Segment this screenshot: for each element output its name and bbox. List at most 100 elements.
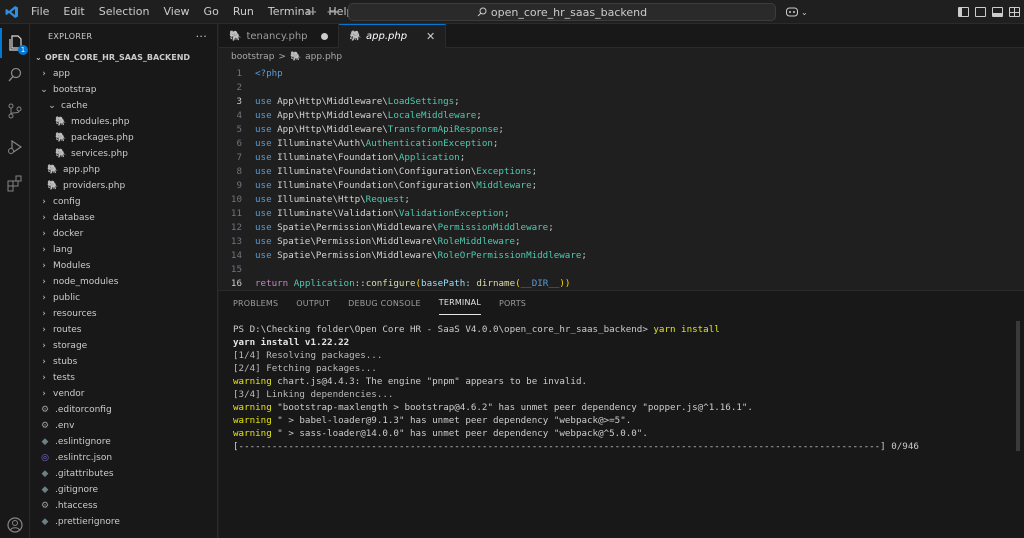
- folder-item[interactable]: › public: [30, 290, 217, 306]
- code-line: 5 use App\Http\Middleware\TransformApiRes…: [219, 122, 1024, 136]
- folder-item[interactable]: › database: [30, 210, 217, 226]
- workspace-root[interactable]: ⌄ OPEN_CORE_HR_SAAS_BACKEND: [30, 48, 217, 66]
- warning-label: warning: [233, 415, 272, 426]
- chevron-right-icon: ›: [42, 69, 46, 79]
- extensions-icon: [7, 175, 22, 192]
- config-file-icon: ⚙: [40, 405, 50, 415]
- line-number: 12: [230, 221, 242, 233]
- code-token: use: [255, 193, 278, 205]
- accounts-activity[interactable]: [0, 510, 30, 538]
- toggle-primary-sidebar-icon[interactable]: [958, 7, 969, 17]
- source-control-activity[interactable]: [0, 96, 30, 126]
- run-debug-activity[interactable]: [0, 132, 30, 162]
- toggle-secondary-sidebar-icon[interactable]: [975, 7, 986, 17]
- activity-bar: 1: [0, 24, 30, 538]
- customize-layout-icon[interactable]: [1009, 7, 1020, 17]
- folder-item[interactable]: › app: [30, 66, 217, 82]
- terminal[interactable]: PS D:\Checking folder\Open Core HR - Saa…: [219, 315, 1024, 453]
- chevron-right-icon: ›: [42, 213, 46, 223]
- explorer-activity[interactable]: 1: [0, 28, 30, 58]
- folder-item[interactable]: › node_modules: [30, 274, 217, 290]
- folder-item[interactable]: › resources: [30, 306, 217, 322]
- tree-item-label: .editorconfig: [55, 405, 112, 415]
- close-tab-icon[interactable]: ✕: [426, 30, 435, 43]
- tree-item-label: routes: [53, 325, 82, 335]
- search-activity[interactable]: [0, 60, 30, 90]
- folder-item[interactable]: › config: [30, 194, 217, 210]
- tab-problems[interactable]: PROBLEMS: [233, 291, 278, 315]
- breadcrumb-file[interactable]: app.php: [305, 52, 342, 62]
- file-item[interactable]: ⚙ .htaccess: [30, 498, 217, 514]
- tree-item-label: config: [53, 197, 81, 207]
- extensions-activity[interactable]: [0, 168, 30, 198]
- file-item[interactable]: 🐘 packages.php: [30, 130, 217, 146]
- file-item[interactable]: ⚙ .editorconfig: [30, 402, 217, 418]
- file-item[interactable]: ◆ .prettierignore: [30, 514, 217, 530]
- menu-view[interactable]: View: [156, 0, 196, 24]
- menu-file[interactable]: File: [24, 0, 56, 24]
- tab-tenancy-php[interactable]: 🐘 tenancy.php: [219, 24, 339, 48]
- tab-ports[interactable]: PORTS: [499, 291, 526, 315]
- menu-go[interactable]: Go: [197, 0, 226, 24]
- menu-run[interactable]: Run: [226, 0, 261, 24]
- menu-selection[interactable]: Selection: [92, 0, 157, 24]
- terminal-text: " > babel-loader@9.1.3" has unmet peer d…: [271, 415, 632, 426]
- file-item[interactable]: ◎ .eslintrc.json: [30, 450, 217, 466]
- folder-item[interactable]: › stubs: [30, 354, 217, 370]
- file-item[interactable]: ◆ .gitattributes: [30, 466, 217, 482]
- folder-item[interactable]: › docker: [30, 226, 217, 242]
- code-text: use Illuminate\Auth\AuthenticationExcept…: [255, 138, 498, 149]
- more-actions-icon[interactable]: ···: [196, 30, 207, 43]
- code-token: Illuminate\Foundation\Configuration\: [277, 165, 477, 177]
- file-item[interactable]: ◆ .gitignore: [30, 482, 217, 498]
- chevron-right-icon: ›: [42, 357, 46, 367]
- terminal-scrollbar[interactable]: [1016, 321, 1020, 451]
- toggle-panel-icon[interactable]: [992, 7, 1003, 17]
- explorer-title: EXPLORER: [48, 31, 93, 41]
- run-debug-icon: [8, 139, 23, 155]
- folder-item[interactable]: › storage: [30, 338, 217, 354]
- tree-item-label: .eslintrc.json: [55, 453, 113, 463]
- terminal-line: [2/4] Fetching packages...: [233, 362, 1024, 375]
- tab-app-php[interactable]: 🐘 app.php ✕: [338, 24, 447, 48]
- line-number: 1: [236, 67, 242, 79]
- code-editor[interactable]: 1 <?php 2 3 use App\Http\Middleware\LoadSett…: [219, 66, 1024, 290]
- breadcrumb-folder[interactable]: bootstrap: [231, 52, 274, 62]
- file-item[interactable]: 🐘 app.php: [30, 162, 217, 178]
- code-text: use Illuminate\Foundation\Configuration\…: [255, 180, 537, 191]
- code-token: configure: [365, 277, 416, 289]
- code-token: RoleMiddleware: [437, 235, 516, 247]
- command-center-search[interactable]: open_core_hr_saas_backend: [348, 3, 776, 21]
- file-item[interactable]: ⚙ .env: [30, 418, 217, 434]
- menu-edit[interactable]: Edit: [56, 0, 91, 24]
- tree-item-label: .gitignore: [55, 485, 99, 495]
- folder-item[interactable]: ⌄ cache: [30, 98, 217, 114]
- tab-output[interactable]: OUTPUT: [296, 291, 330, 315]
- tree-item-label: modules.php: [71, 117, 130, 127]
- code-line: 8 use Illuminate\Foundation\Configuration…: [219, 164, 1024, 178]
- file-item[interactable]: 🐘 modules.php: [30, 114, 217, 130]
- code-line: 9 use Illuminate\Foundation\Configuration…: [219, 178, 1024, 192]
- back-arrow-icon[interactable]: ←: [306, 5, 317, 20]
- copilot-menu[interactable]: ⌄: [785, 0, 808, 24]
- terminal-line: warning chart.js@4.4.3: The engine "pnpm…: [233, 375, 1024, 388]
- code-text: use Illuminate\Http\Request;: [255, 194, 410, 205]
- folder-item[interactable]: › routes: [30, 322, 217, 338]
- git-file-icon: ◆: [41, 437, 49, 447]
- unsaved-dot-icon[interactable]: [320, 32, 328, 40]
- folder-item[interactable]: ⌄ bootstrap: [30, 82, 217, 98]
- file-item[interactable]: 🐘 services.php: [30, 146, 217, 162]
- file-item[interactable]: ◆ .eslintignore: [30, 434, 217, 450]
- code-token: ValidationException: [398, 207, 504, 219]
- tree-item-label: node_modules: [53, 277, 119, 287]
- forward-arrow-icon[interactable]: →: [327, 5, 338, 20]
- code-text: use Illuminate\Foundation\Application;: [255, 152, 465, 163]
- folder-item[interactable]: › lang: [30, 242, 217, 258]
- folder-item[interactable]: › vendor: [30, 386, 217, 402]
- tab-debug-console[interactable]: DEBUG CONSOLE: [348, 291, 421, 315]
- file-item[interactable]: 🐘 providers.php: [30, 178, 217, 194]
- folder-item[interactable]: › Modules: [30, 258, 217, 274]
- code-line: 1 <?php: [219, 66, 1024, 80]
- folder-item[interactable]: › tests: [30, 370, 217, 386]
- tab-terminal[interactable]: TERMINAL: [438, 291, 482, 315]
